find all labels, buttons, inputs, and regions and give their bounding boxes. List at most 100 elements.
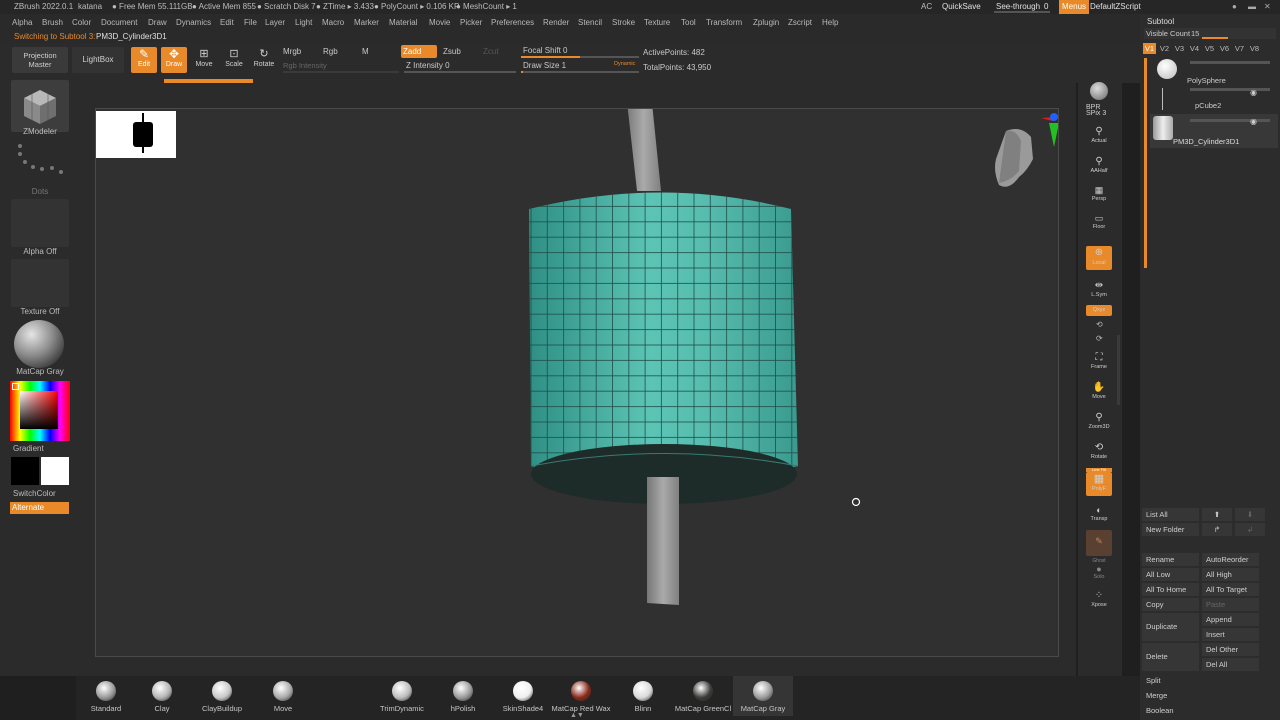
actual-button[interactable]: ⚲ Actual	[1086, 126, 1112, 148]
see-through-slider[interactable]	[994, 11, 1050, 13]
minimize-icon[interactable]: ▬	[1248, 2, 1256, 11]
item-slider[interactable]	[1190, 119, 1270, 122]
move-down-icon[interactable]: ⬇	[1235, 508, 1265, 521]
boolean-menu[interactable]: Boolean	[1142, 704, 1199, 717]
item-slider[interactable]	[1190, 61, 1270, 64]
bpr-button[interactable]	[1086, 82, 1112, 104]
focal-shift-slider[interactable]	[521, 56, 639, 58]
menu-transform[interactable]: Transform	[706, 18, 742, 27]
menu-tool[interactable]: Tool	[681, 18, 696, 27]
solo-button[interactable]: Ghost ● Solo	[1086, 558, 1112, 580]
bottom-shelf-toggle-icon[interactable]: ▲▼	[570, 712, 584, 719]
zoom3d-button[interactable]: ⚲ Zoom3D	[1086, 412, 1112, 434]
menu-dynamics[interactable]: Dynamics	[176, 18, 211, 27]
menu-zplugin[interactable]: Zplugin	[753, 18, 779, 27]
menu-help[interactable]: Help	[822, 18, 838, 27]
rotate-button[interactable]: ↻ Rotate	[251, 47, 277, 73]
zsub-button[interactable]: Zsub	[443, 47, 461, 56]
aahalf-button[interactable]: ⚲ AAHalf	[1086, 156, 1112, 178]
persp-button[interactable]: ▦ Persp	[1086, 184, 1112, 206]
move-view-button[interactable]: ✋ Move	[1086, 382, 1112, 404]
transp-button[interactable]: ◐ Transp	[1086, 504, 1112, 526]
rotate-z-icon[interactable]: ⟲	[1096, 320, 1103, 329]
ghost-button[interactable]: ✎	[1086, 530, 1112, 556]
menu-edit[interactable]: Edit	[220, 18, 234, 27]
version-tab-v1[interactable]: V1	[1143, 43, 1156, 54]
menu-brush[interactable]: Brush	[42, 18, 63, 27]
help-icon[interactable]: ●	[1232, 2, 1237, 11]
projection-master-button[interactable]: Projection Master	[12, 47, 68, 73]
all-to-home-button[interactable]: All To Home	[1142, 583, 1199, 596]
menu-document[interactable]: Document	[101, 18, 137, 27]
menu-draw[interactable]: Draw	[148, 18, 167, 27]
focal-shift-label[interactable]: Focal Shift 0	[523, 46, 567, 55]
copy-button[interactable]: Copy	[1142, 598, 1199, 611]
stroke-dots-thumbnail[interactable]	[11, 139, 69, 191]
merge-menu[interactable]: Merge	[1142, 689, 1199, 702]
shelf-item-clay[interactable]: Clay	[132, 676, 192, 716]
alpha-thumbnail[interactable]	[11, 199, 69, 247]
scale-button[interactable]: ⊡ Scale	[221, 47, 247, 73]
menu-stencil[interactable]: Stencil	[578, 18, 602, 27]
shelf-item-move[interactable]: Move	[253, 676, 313, 716]
shelf-item-matcap-gray[interactable]: MatCap Gray	[733, 676, 793, 716]
del-all-button[interactable]: Del All	[1202, 658, 1259, 671]
mrgb-button[interactable]: Mrgb	[283, 47, 301, 56]
color-picker-square[interactable]	[20, 391, 58, 429]
shelf-item-blinn[interactable]: Blinn	[613, 676, 673, 716]
menu-macro[interactable]: Macro	[322, 18, 344, 27]
shelf-item-trimdynamic[interactable]: TrimDynamic	[372, 676, 432, 716]
all-to-target-button[interactable]: All To Target	[1202, 583, 1259, 596]
material-thumbnail[interactable]	[11, 318, 69, 368]
split-menu[interactable]: Split	[1142, 674, 1199, 687]
version-tab-v5[interactable]: V5	[1203, 43, 1216, 54]
rgb-intensity-label[interactable]: Rgb Intensity	[283, 61, 327, 70]
z-intensity-label[interactable]: Z Intensity 0	[406, 61, 450, 70]
tool-thumbnail[interactable]	[11, 80, 69, 132]
all-high-button[interactable]: All High	[1202, 568, 1259, 581]
quicksave-button[interactable]: QuickSave	[942, 2, 981, 11]
rgb-button[interactable]: Rgb	[323, 47, 338, 56]
subtool-item-polysphere[interactable]: PolySphere	[1150, 56, 1278, 86]
texture-thumbnail[interactable]	[11, 259, 69, 307]
menu-alpha[interactable]: Alpha	[12, 18, 32, 27]
auto-reorder-button[interactable]: AutoReorder	[1202, 553, 1259, 566]
shelf-item-standard[interactable]: Standard	[76, 676, 136, 716]
visible-count-slider[interactable]: Visible Count 15	[1144, 28, 1276, 39]
zadd-button[interactable]: Zadd	[401, 45, 437, 58]
version-tab-v7[interactable]: V7	[1233, 43, 1246, 54]
shelf-item-claybuildup[interactable]: ClayBuildup	[192, 676, 252, 716]
default-zscript[interactable]: DefaultZScript	[1090, 2, 1141, 11]
mesh-viewport[interactable]	[96, 109, 1058, 656]
rotate-view-button[interactable]: ⟲ Rotate	[1086, 442, 1112, 464]
paste-button[interactable]: Paste	[1202, 598, 1259, 611]
menu-movie[interactable]: Movie	[429, 18, 450, 27]
menu-zscript[interactable]: Zscript	[788, 18, 812, 27]
version-tab-v4[interactable]: V4	[1188, 43, 1201, 54]
viewport-canvas[interactable]	[95, 108, 1059, 657]
lightbox-button[interactable]: LightBox	[72, 47, 124, 73]
duplicate-button[interactable]: Duplicate	[1142, 613, 1199, 641]
arrow-left-icon[interactable]: ↲	[1235, 523, 1265, 536]
menu-light[interactable]: Light	[295, 18, 312, 27]
arrow-right-icon[interactable]: ↱	[1202, 523, 1232, 536]
menu-marker[interactable]: Marker	[354, 18, 379, 27]
floor-button[interactable]: ▭ Floor	[1086, 212, 1112, 234]
menu-picker[interactable]: Picker	[460, 18, 482, 27]
see-through-label[interactable]: See-through	[996, 2, 1040, 11]
insert-button[interactable]: Insert	[1202, 628, 1259, 641]
color-picker-cursor[interactable]	[12, 383, 19, 390]
main-color-swatch[interactable]	[11, 457, 39, 485]
menu-render[interactable]: Render	[543, 18, 569, 27]
xyz-button[interactable]: Qxyz	[1086, 305, 1112, 316]
lsym-button[interactable]: ⇹ L.Sym	[1086, 280, 1112, 302]
see-through-value[interactable]: 0	[1044, 2, 1048, 11]
all-low-button[interactable]: All Low	[1142, 568, 1199, 581]
menu-texture[interactable]: Texture	[644, 18, 670, 27]
menu-preferences[interactable]: Preferences	[491, 18, 534, 27]
z-intensity-slider[interactable]	[404, 71, 516, 73]
spix-label[interactable]: SPix 3	[1086, 110, 1106, 117]
version-tab-v3[interactable]: V3	[1173, 43, 1186, 54]
frame-button[interactable]: ⛶ Frame	[1086, 352, 1112, 374]
subtool-title[interactable]: Subtool	[1147, 17, 1174, 26]
